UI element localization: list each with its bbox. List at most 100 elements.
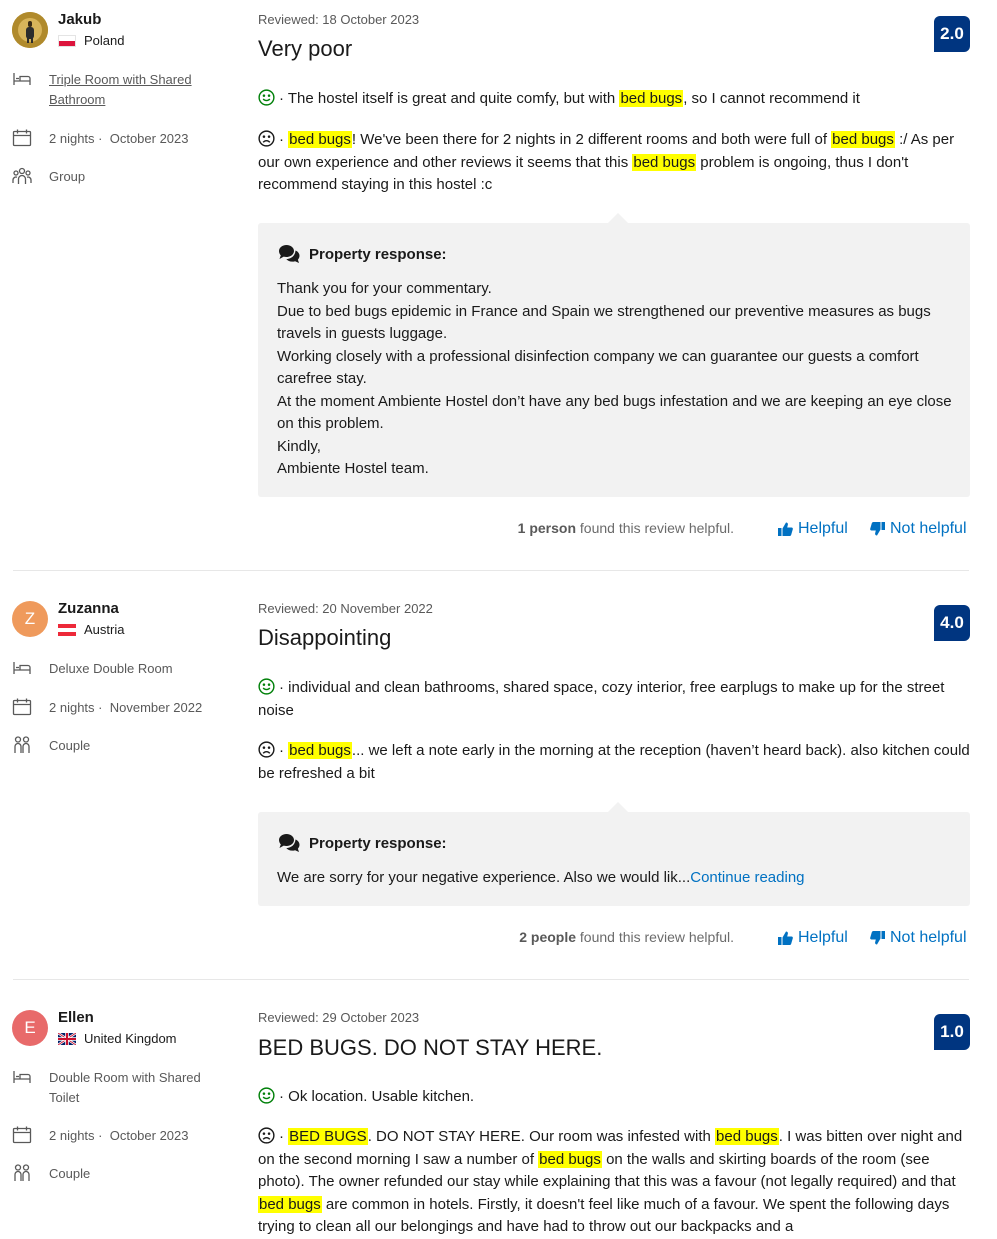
couple-icon [14, 1164, 30, 1181]
helpful-count-text: 2 people found this review helpful. [519, 929, 734, 945]
traveler-type-label: Couple [49, 738, 91, 753]
response-label: Property response: [309, 834, 447, 852]
thumbs-down-icon [870, 931, 885, 945]
thumbs-up-icon [778, 522, 793, 536]
negative-comment: · bed bugs... we left a note early in th… [258, 741, 970, 782]
country-label: Austria [84, 622, 125, 637]
reviewer-country: Austria [58, 622, 124, 637]
avatar: Z [12, 601, 48, 637]
highlight-term: bed bugs [831, 131, 895, 148]
review-divider [13, 979, 969, 980]
response-text: Thank you for your commentary. Due to be… [277, 280, 952, 477]
thumbs-up-icon [778, 931, 793, 945]
frown-face-icon [258, 130, 275, 147]
room-type-label: Deluxe Double Room [49, 661, 173, 676]
helpful-count-text: 1 person found this review helpful. [517, 520, 734, 536]
not-helpful-button[interactable]: Not helpful [870, 520, 967, 538]
avatar [12, 12, 48, 48]
traveler-type-label: Group [49, 169, 86, 184]
thumbs-down-icon [870, 522, 885, 536]
smile-face-icon [258, 678, 275, 695]
review-score-badge: 1.0 [934, 1014, 970, 1050]
highlight-term: bed bugs [258, 1195, 322, 1213]
stay-month: October 2023 [109, 131, 189, 146]
reviewer-country: Poland [58, 33, 124, 48]
response-caret [608, 802, 628, 812]
poland-flag-icon [58, 34, 76, 47]
stay-dates: 2 nights · November 2022 [12, 698, 202, 718]
review-title: Disappointing [258, 625, 392, 650]
response-header: Property response: [277, 243, 447, 265]
response-caret [608, 213, 628, 223]
review-score-badge: 2.0 [934, 16, 970, 52]
avatar-photo-icon [12, 12, 48, 48]
room-type-label: Double Room with Shared Toilet [49, 1070, 201, 1105]
helpful-row: 2 people found this review helpful. Help… [258, 929, 970, 951]
room-type: Double Room with Shared Toilet [12, 1068, 209, 1108]
stay-nights: 2 nights · [49, 700, 103, 715]
highlight-term: bed bugs [288, 131, 352, 148]
room-type: Deluxe Double Room [12, 659, 209, 679]
traveler-type: Couple [12, 736, 90, 756]
calendar-icon [12, 129, 32, 147]
response-label: Property response: [309, 245, 447, 263]
highlight-term: bed bugs [619, 90, 684, 107]
positive-comment: · individual and clean bathrooms, shared… [258, 678, 945, 719]
traveler-type: Group [12, 167, 85, 187]
room-type[interactable]: Triple Room with Shared Bathroom [12, 70, 209, 110]
calendar-icon [12, 1126, 32, 1144]
continue-reading-link[interactable]: Continue reading [690, 869, 804, 886]
frown-face-icon [258, 1127, 275, 1144]
uk-flag-icon [58, 1032, 76, 1045]
bed-icon [13, 73, 31, 85]
bed-icon [13, 662, 31, 674]
stay-month: October 2023 [109, 1128, 189, 1143]
stay-month: November 2022 [109, 700, 203, 715]
highlight-term: BED BUGS [288, 1128, 368, 1145]
room-type-link[interactable]: Triple Room with Shared Bathroom [49, 70, 209, 110]
negative-comment: · BED BUGS. DO NOT STAY HERE. Our room w… [258, 1127, 963, 1235]
calendar-icon [12, 698, 32, 716]
chat-bubbles-icon [279, 834, 300, 852]
review-title: BED BUGS. DO NOT STAY HERE. [258, 1035, 603, 1060]
stay-dates: 2 nights · October 2023 [12, 1126, 189, 1146]
reviewer-name: Ellen [58, 1009, 94, 1026]
property-response: Property response: Thank you for your co… [258, 213, 970, 497]
stay-dates: 2 nights · October 2023 [12, 129, 189, 149]
positive-comment: · The hostel itself is great and quite c… [258, 88, 970, 111]
helpful-button[interactable]: Helpful [778, 929, 848, 947]
austria-flag-icon [58, 623, 76, 636]
group-icon [12, 167, 32, 184]
not-helpful-button[interactable]: Not helpful [870, 929, 967, 947]
negative-comment: · bed bugs! We've been there for 2 night… [258, 130, 955, 193]
couple-icon [14, 736, 30, 753]
response-text: We are sorry for your negative experienc… [277, 869, 805, 886]
review-divider [13, 570, 969, 571]
smile-face-icon [258, 89, 275, 106]
review-date: Reviewed: 18 October 2023 [258, 12, 420, 27]
traveler-type-label: Couple [49, 1166, 91, 1181]
avatar: E [12, 1010, 48, 1046]
highlight-term: bed bugs [288, 742, 352, 759]
frown-face-icon [258, 741, 275, 758]
country-label: United Kingdom [84, 1031, 177, 1046]
helpful-row: 1 person found this review helpful. Help… [258, 520, 970, 542]
stay-nights: 2 nights · [49, 131, 103, 146]
bed-icon [13, 1071, 31, 1083]
highlight-term: bed bugs [632, 153, 697, 171]
country-label: Poland [84, 33, 125, 48]
smile-face-icon [258, 1087, 275, 1104]
review-date: Reviewed: 29 October 2023 [258, 1010, 420, 1025]
reviewer-country: United Kingdom [58, 1031, 177, 1046]
review-title: Very poor [258, 36, 353, 61]
highlight-term: bed bugs [715, 1128, 779, 1145]
review-score-badge: 4.0 [934, 605, 970, 641]
response-header: Property response: [277, 832, 447, 854]
helpful-button[interactable]: Helpful [778, 520, 848, 538]
property-response: Property response: We are sorry for your… [258, 802, 970, 906]
positive-comment: · Ok location. Usable kitchen. [258, 1086, 970, 1109]
reviewer-name: Zuzanna [58, 600, 119, 617]
stay-nights: 2 nights · [49, 1128, 103, 1143]
chat-bubbles-icon [279, 245, 300, 263]
reviewer-name: Jakub [58, 11, 102, 28]
